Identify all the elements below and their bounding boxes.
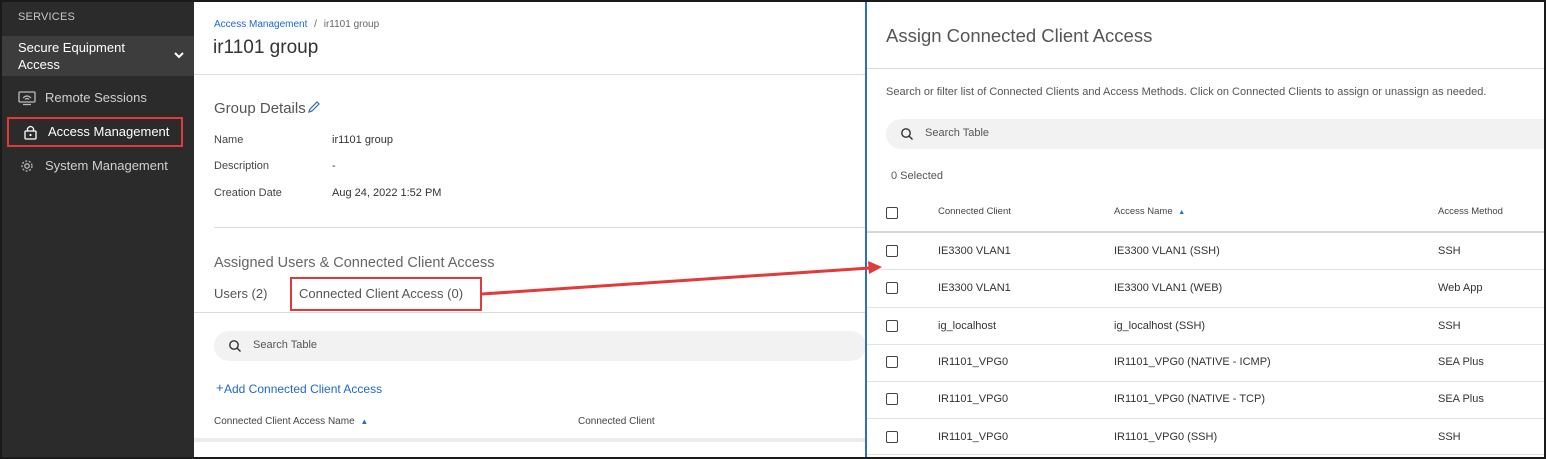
detail-value-description: - (332, 160, 336, 172)
breadcrumb-link-access-management[interactable]: Access Management (214, 19, 307, 30)
table-header-divider (194, 438, 866, 442)
drawer-search-input[interactable]: Search Table (886, 119, 1544, 149)
cell-connected-client: IE3300 VLAN1 (938, 245, 1011, 257)
search-icon (901, 128, 913, 140)
sidebar-item-system-management[interactable]: System Management (2, 151, 194, 181)
search-icon (229, 340, 241, 352)
cell-connected-client: IE3300 VLAN1 (938, 282, 1011, 294)
chevron-down-icon (174, 52, 184, 59)
table-header-label: Access Name (1114, 206, 1173, 217)
selected-count: 0 Selected (891, 170, 943, 182)
cell-access-name: IR1101_VPG0 (SSH) (1114, 431, 1218, 443)
row-divider (867, 307, 1544, 308)
detail-key-name: Name (214, 134, 244, 146)
gear-icon (21, 160, 33, 172)
table-header-access-method[interactable]: Access Method (1438, 206, 1503, 217)
tab-users[interactable]: Users (2) (214, 286, 267, 301)
row-divider (867, 418, 1544, 419)
row-checkbox[interactable] (886, 282, 898, 294)
sidebar: SERVICES Secure Equipment Access Remote … (2, 2, 194, 457)
divider (214, 227, 866, 228)
highlight-annotation-box (290, 277, 482, 311)
sidebar-item-label: System Management (45, 158, 168, 173)
cell-access-method: SEA Plus (1438, 393, 1484, 405)
cell-connected-client: IR1101_VPG0 (938, 356, 1009, 368)
breadcrumb-separator: / (314, 19, 317, 30)
divider (867, 68, 1544, 69)
row-divider (867, 454, 1544, 455)
cell-connected-client: ig_localhost (938, 320, 997, 332)
sort-asc-icon: ▲ (360, 417, 369, 426)
breadcrumb: Access Management / ir1101 group (214, 19, 379, 30)
breadcrumb-current: ir1101 group (323, 19, 380, 30)
cell-connected-client: IR1101_VPG0 (938, 393, 1009, 405)
cell-access-method: SEA Plus (1438, 356, 1484, 368)
drawer-title: Assign Connected Client Access (886, 25, 1153, 46)
add-connected-client-access-link[interactable]: Add Connected Client Access (224, 382, 382, 396)
row-divider (867, 269, 1544, 270)
table-header-label: Connected Client Access Name (214, 416, 355, 427)
highlight-annotation-box (7, 117, 183, 147)
remote-sessions-icon (18, 91, 36, 106)
cell-access-method: SSH (1438, 320, 1461, 332)
detail-key-creation-date: Creation Date (214, 187, 282, 199)
row-divider (867, 381, 1544, 382)
row-checkbox[interactable] (886, 393, 898, 405)
search-input[interactable]: Search Table (214, 331, 866, 361)
cell-connected-client: IR1101_VPG0 (938, 431, 1009, 443)
table-header-connected-client[interactable]: Connected Client (938, 206, 1011, 217)
plus-icon: + (216, 380, 224, 395)
detail-key-description: Description (214, 160, 270, 172)
divider (194, 74, 866, 75)
cell-access-name: IE3300 VLAN1 (SSH) (1114, 245, 1220, 257)
row-checkbox[interactable] (886, 431, 898, 443)
cell-access-name: ig_localhost (SSH) (1114, 320, 1206, 332)
main-content: Access Management / ir1101 group ir1101 … (194, 2, 866, 457)
sidebar-item-remote-sessions[interactable]: Remote Sessions (2, 83, 194, 113)
drawer-description: Search or filter list of Connected Clien… (886, 86, 1487, 98)
sidebar-item-label: Remote Sessions (45, 90, 147, 105)
divider (194, 312, 866, 313)
row-divider (867, 344, 1544, 345)
group-details-title: Group Details (214, 100, 306, 117)
assigned-section-title: Assigned Users & Connected Client Access (214, 255, 495, 271)
cell-access-name: IE3300 VLAN1 (WEB) (1114, 282, 1223, 294)
assign-drawer: Assign Connected Client Access Search or… (865, 2, 1544, 457)
detail-value-name: ir1101 group (332, 134, 393, 146)
cell-access-method: SSH (1438, 431, 1461, 443)
sidebar-section-title: SERVICES (18, 11, 76, 23)
select-all-checkbox[interactable] (886, 207, 898, 219)
table-header-connected-client[interactable]: Connected Client (578, 416, 655, 427)
table-header-connected-client-access-name[interactable]: Connected Client Access Name ▲ (214, 416, 368, 427)
app-window: SERVICES Secure Equipment Access Remote … (0, 0, 1546, 459)
table-header-divider (867, 231, 1544, 233)
cell-access-name: IR1101_VPG0 (NATIVE - TCP) (1114, 393, 1265, 405)
search-placeholder: Search Table (253, 339, 318, 351)
pencil-icon[interactable] (307, 100, 321, 114)
search-placeholder: Search Table (925, 127, 990, 139)
cell-access-name: IR1101_VPG0 (NATIVE - ICMP) (1114, 356, 1271, 368)
row-checkbox[interactable] (886, 320, 898, 332)
row-checkbox[interactable] (886, 356, 898, 368)
row-checkbox[interactable] (886, 245, 898, 257)
sort-asc-icon: ▲ (1178, 209, 1186, 216)
sidebar-group-label: Secure Equipment Access (18, 40, 125, 72)
cell-access-method: Web App (1438, 282, 1483, 294)
table-header-access-name[interactable]: Access Name ▲ (1114, 206, 1185, 217)
sidebar-group-secure-equipment-access[interactable]: Secure Equipment Access (2, 36, 194, 76)
page-title: ir1101 group (213, 37, 319, 58)
cell-access-method: SSH (1438, 245, 1461, 257)
detail-value-creation-date: Aug 24, 2022 1:52 PM (332, 187, 442, 199)
